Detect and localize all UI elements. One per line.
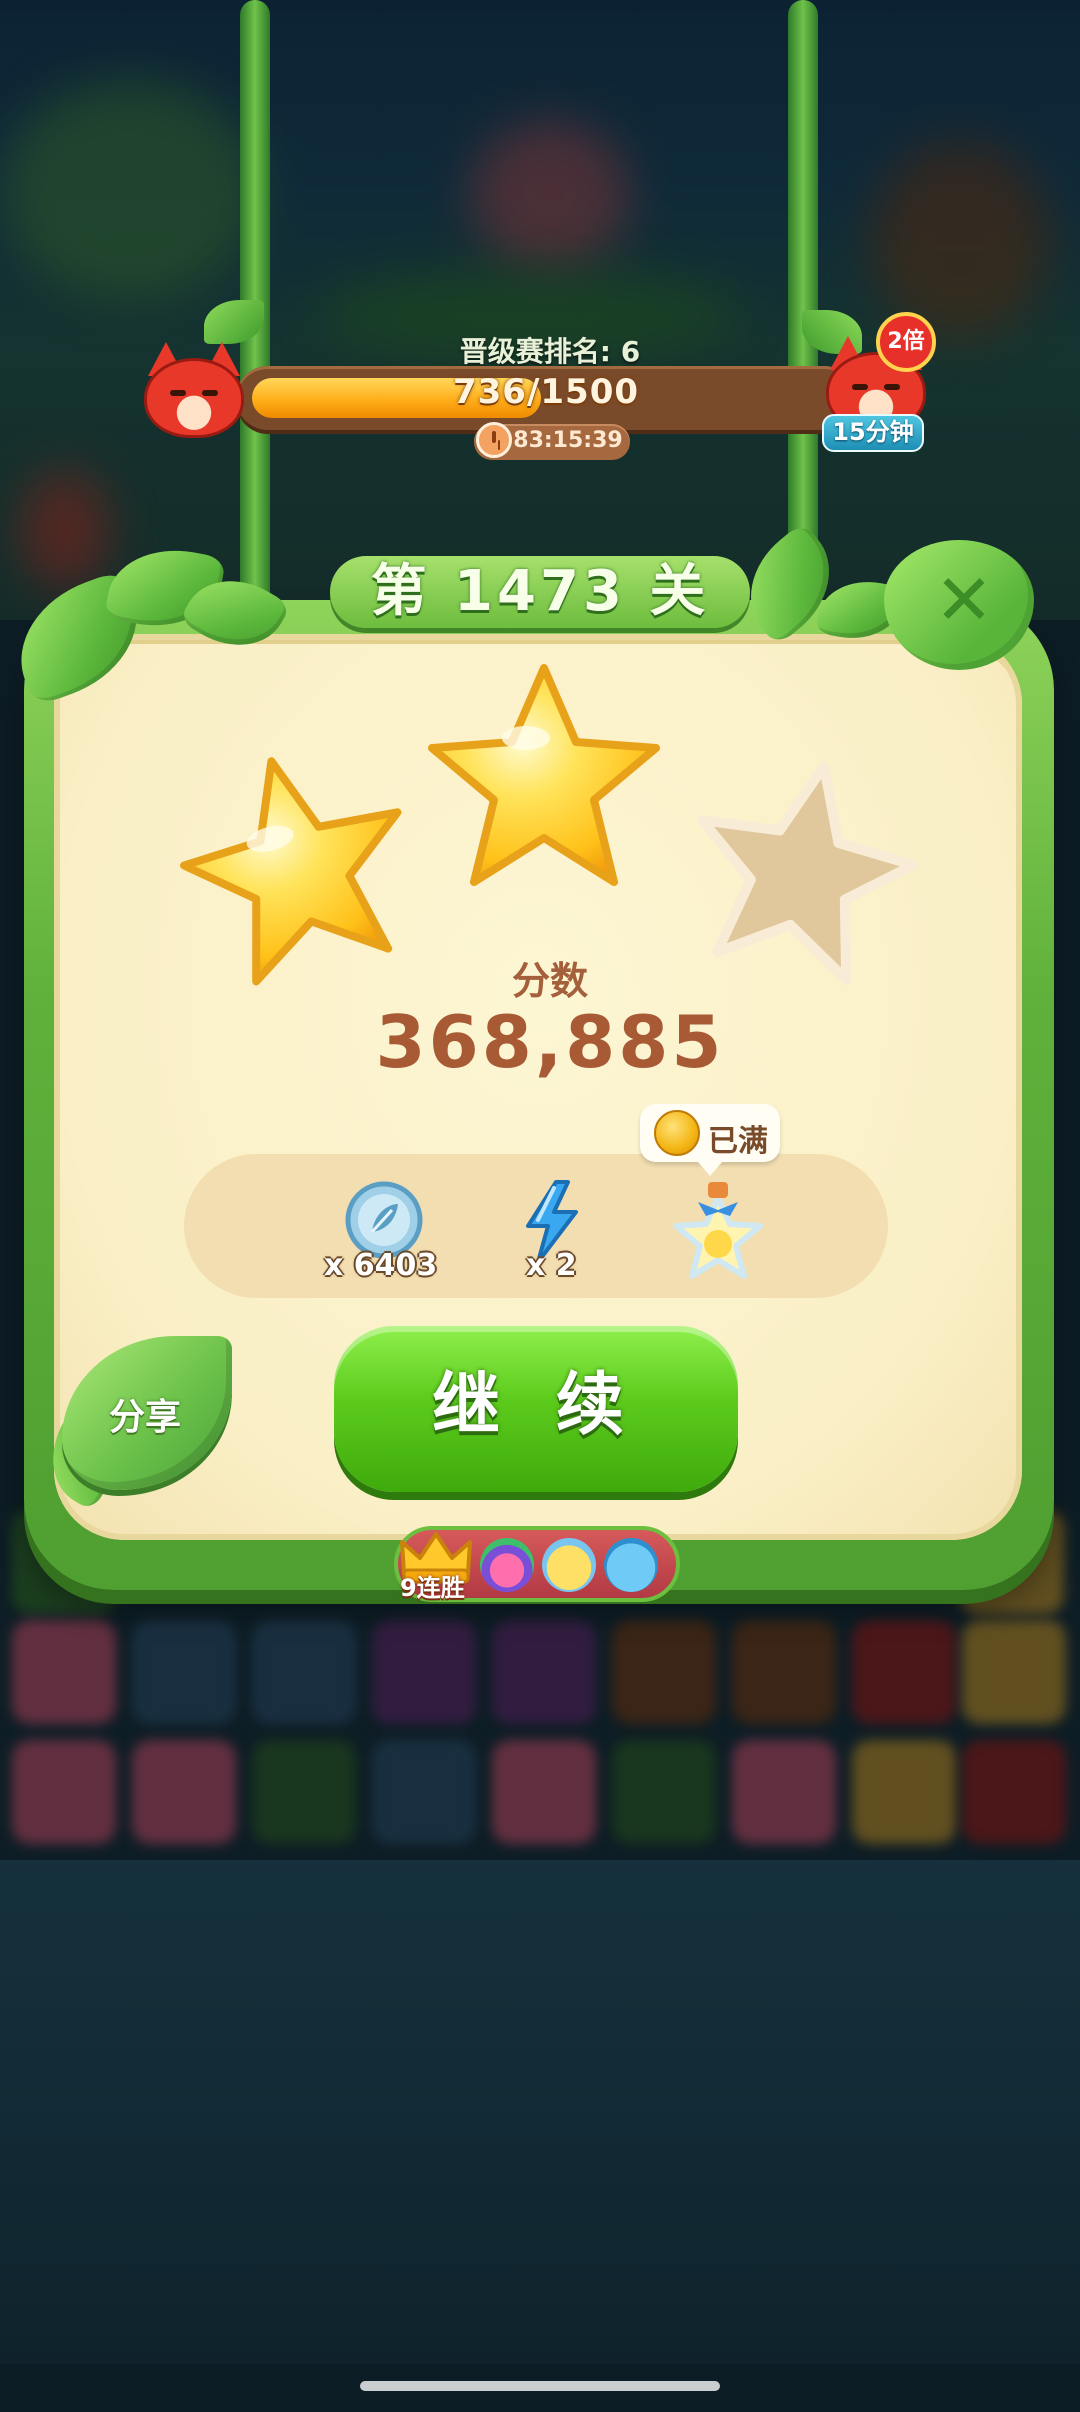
continue-button-label[interactable]: 继 续 [334,1326,738,1492]
tournament-timer-text: 83:15:39 [513,428,623,453]
yellow-chick-pet-icon [542,1538,596,1592]
lightning-booster-count: x 2 [526,1248,577,1283]
level-title: 第 1473 关 [370,559,710,624]
rainbow-owl-pet-icon [480,1538,534,1592]
home-gesture-handle[interactable] [360,2381,720,2391]
tournament-rank-label: 晋级赛排名: 6 [459,335,641,368]
bonus-duration-badge: 15分钟 [822,414,924,452]
fox-avatar-left-icon [144,342,244,438]
score-label: 分数 [511,959,588,1003]
feather-token-count: x 6403 [324,1248,438,1283]
alarm-clock-icon [476,422,512,458]
close-icon[interactable]: ✕ [934,565,994,635]
multiplier-badge: 2倍 [876,312,936,372]
tournament-progress-text: 736/1500 [452,372,640,412]
star-2-icon [428,664,660,886]
blue-hippo-pet-icon [604,1538,658,1592]
share-button-label[interactable]: 分享 [90,1388,200,1440]
win-streak-text: 9连胜 [400,1574,465,1602]
coin-icon [654,1110,700,1156]
star-1-icon [180,757,402,986]
score-value: 368,885 [375,1000,725,1084]
star-bottle-icon [673,1182,763,1279]
coin-full-text: 已满 [708,1124,768,1159]
star-3-empty-icon [697,761,919,985]
